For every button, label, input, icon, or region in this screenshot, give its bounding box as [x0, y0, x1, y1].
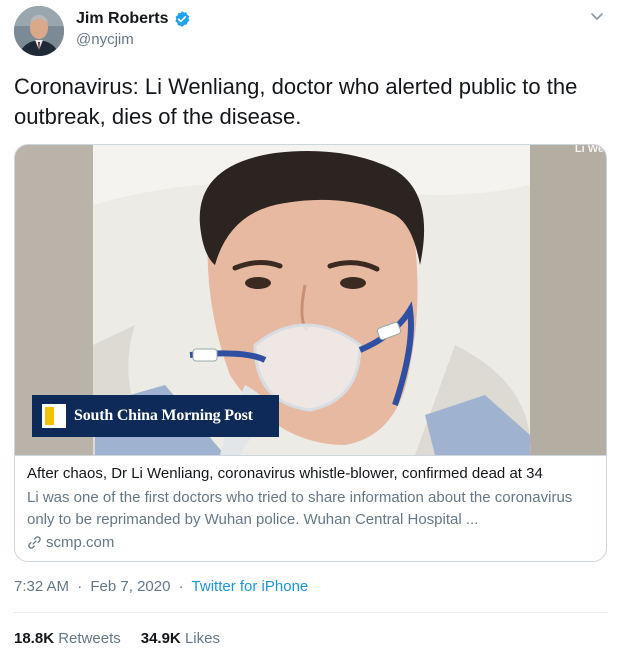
- avatar[interactable]: [14, 6, 64, 56]
- scmp-logo-text: South China Morning Post: [74, 407, 253, 424]
- tweet-header: Jim Roberts @nycjim: [14, 6, 605, 56]
- author-info: Jim Roberts @nycjim: [76, 10, 191, 48]
- retweets-label: Retweets: [58, 630, 121, 647]
- tweet-date[interactable]: Feb 7, 2020: [90, 578, 170, 595]
- scmp-logo: South China Morning Post: [32, 395, 279, 437]
- card-image[interactable]: Li We South China Morning Post: [15, 145, 606, 455]
- card-body[interactable]: After chaos, Dr Li Wenliang, coronavirus…: [15, 455, 606, 561]
- tweet-stats: 18.8K Retweets 34.9K Likes: [14, 630, 220, 647]
- divider: [14, 612, 607, 613]
- likes-count: 34.9K: [140, 630, 181, 647]
- retweets-stat[interactable]: 18.8K Retweets: [14, 630, 121, 647]
- link-card[interactable]: Li We South China Morning Post After cha…: [14, 144, 607, 562]
- tweet-time[interactable]: 7:32 AM: [14, 578, 69, 595]
- chevron-down-icon[interactable]: [589, 8, 605, 24]
- card-description: Li was one of the first doctors who trie…: [27, 489, 573, 528]
- likes-stat[interactable]: 34.9K Likes: [141, 630, 220, 647]
- retweets-count: 18.8K: [14, 630, 55, 647]
- avatar-photo-icon: [14, 6, 64, 56]
- card-domain[interactable]: scmp.com: [27, 534, 596, 551]
- verified-badge-icon: [173, 10, 191, 28]
- tweet-text: Coronavirus: Li Wenliang, doctor who ale…: [14, 74, 578, 129]
- image-watermark: Li We: [574, 145, 604, 155]
- meta-separator: ·: [77, 578, 83, 595]
- display-name[interactable]: Jim Roberts: [76, 10, 168, 28]
- card-title[interactable]: After chaos, Dr Li Wenliang, coronavirus…: [27, 464, 596, 484]
- card-domain-text: scmp.com: [46, 534, 115, 551]
- handle[interactable]: @nycjim: [76, 31, 191, 48]
- meta-separator: ·: [178, 578, 184, 595]
- tweet-source-link[interactable]: Twitter for iPhone: [192, 578, 309, 595]
- tweet-meta: 7:32 AM · Feb 7, 2020 · Twitter for iPho…: [14, 578, 308, 595]
- likes-label: Likes: [184, 630, 220, 647]
- link-icon: [27, 535, 42, 550]
- scmp-logo-mark-icon: [42, 404, 66, 428]
